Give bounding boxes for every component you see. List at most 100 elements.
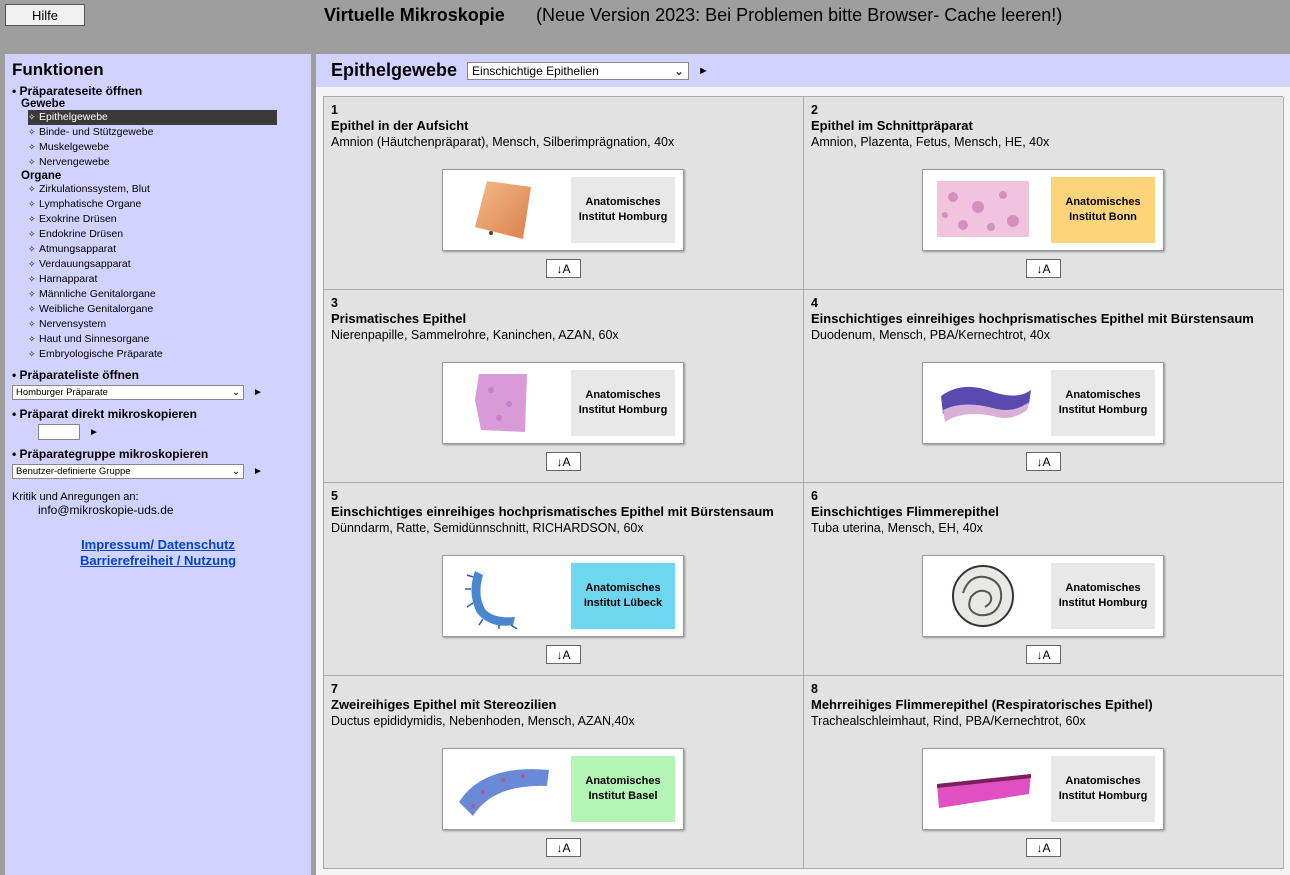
sidebar-item[interactable]: ✧ Binde- und Stützgewebe — [28, 125, 277, 140]
sidebar-item[interactable]: ✧ Verdauungsapparat — [28, 257, 277, 272]
specimen-thumbnail[interactable]: Anatomisches Institut Homburg — [922, 555, 1164, 637]
sidebar-item[interactable]: ✧ Nervengewebe — [28, 155, 277, 170]
download-text-button[interactable]: ↓A — [1026, 645, 1061, 664]
chevron-down-icon: ⌄ — [232, 466, 240, 477]
section-open-list: • Präparateliste öffnen — [12, 368, 139, 382]
diamond-bullet-icon: ✧ — [28, 304, 36, 314]
card-number: 7 — [331, 682, 338, 696]
card-title: Mehrreihiges Flimmerepithel (Respiratori… — [811, 697, 1153, 712]
sidebar-item[interactable]: ✧ Embryologische Präparate — [28, 347, 277, 362]
diamond-bullet-icon: ✧ — [28, 127, 36, 137]
sidebar-item[interactable]: ✧ Muskelgewebe — [28, 140, 277, 155]
specimen-image — [937, 756, 1031, 822]
download-text-button[interactable]: ↓A — [546, 838, 581, 857]
specimen-image — [469, 177, 537, 243]
specimen-thumbnail[interactable]: Anatomisches Institut Lübeck — [442, 555, 684, 637]
diamond-bullet-icon: ✧ — [28, 214, 36, 224]
sidebar-item-label: Weibliche Genitalorgane — [39, 303, 154, 315]
organ-list: ✧ Zirkulationssystem, Blut ✧ Lymphatische O… — [12, 182, 304, 362]
card-title: Zweireihiges Epithel mit Stereozilien — [331, 697, 557, 712]
institute-badge: Anatomisches Institut Bonn — [1051, 177, 1155, 243]
sidebar-item[interactable]: ✧ Harnapparat — [28, 272, 277, 287]
card-title: Einschichtiges einreihiges hochprismatis… — [811, 311, 1254, 326]
diamond-bullet-icon: ✧ — [28, 334, 36, 344]
download-text-button[interactable]: ↓A — [1026, 259, 1061, 278]
specimen-image — [465, 563, 537, 630]
sidebar-item[interactable]: ✧ Weibliche Genitalorgane — [28, 302, 277, 317]
specimen-card: 8 Mehrreihiges Flimmerepithel (Respirator… — [804, 676, 1284, 869]
sidebar-item-label: Exokrine Drüsen — [39, 213, 117, 225]
card-description: Amnion, Plazenta, Fetus, Mensch, HE, 40x — [811, 135, 1050, 149]
card-title: Einschichtiges einreihiges hochprismatis… — [331, 504, 774, 519]
sidebar-item-label: Männliche Genitalorgane — [39, 288, 156, 300]
diamond-bullet-icon: ✧ — [28, 319, 36, 329]
specimen-card: 3 Prismatisches Epithel Nierenpapille, Sam… — [324, 290, 804, 483]
sidebar-item[interactable]: ✧ Nervensystem — [28, 317, 277, 332]
direct-specimen-input[interactable] — [38, 424, 80, 440]
sidebar-item-label: Lymphatische Organe — [39, 198, 142, 210]
specimen-thumbnail[interactable]: Anatomisches Institut Homburg — [442, 169, 684, 251]
card-number: 5 — [331, 489, 338, 503]
sidebar-title: Funktionen — [12, 60, 104, 79]
specimen-thumbnail[interactable]: Anatomisches Institut Homburg — [922, 748, 1164, 830]
sidebar-item-label: Embryologische Präparate — [39, 348, 163, 360]
specimen-card: 1 Epithel in der Aufsicht Amnion (Häutchen… — [324, 97, 804, 290]
specimen-image — [459, 756, 549, 822]
download-text-button[interactable]: ↓A — [546, 452, 581, 471]
barrier-link[interactable]: Barrierefreiheit / Nutzung — [12, 553, 304, 569]
sidebar-item-label: Harnapparat — [39, 273, 98, 285]
main-body: 1 Epithel in der Aufsicht Amnion (Häutchen… — [316, 87, 1290, 875]
diamond-bullet-icon: ✧ — [28, 199, 36, 209]
diamond-bullet-icon: ✧ — [28, 259, 36, 269]
direct-go-arrow-icon[interactable]: ► — [89, 427, 99, 438]
category-select[interactable]: Einschichtige Epithelien ⌄ — [467, 61, 690, 80]
download-text-button[interactable]: ↓A — [546, 645, 581, 664]
sidebar-item[interactable]: ✧ Endokrine Drüsen — [28, 227, 277, 242]
sidebar-item[interactable]: ✧ Exokrine Drüsen — [28, 212, 277, 227]
group-tissue: Gewebe — [21, 98, 66, 110]
sidebar-item[interactable]: ✧ Männliche Genitalorgane — [28, 287, 277, 302]
specimen-card: 2 Epithel im Schnittpräparat Amnion, Plaze… — [804, 97, 1284, 290]
category-go-arrow-icon[interactable]: ► — [698, 65, 709, 77]
specimen-thumbnail[interactable]: Anatomisches Institut Bonn — [922, 169, 1164, 251]
specimen-thumbnail[interactable]: Anatomisches Institut Basel — [442, 748, 684, 830]
sidebar-item-label: Zirkulationssystem, Blut — [39, 183, 150, 195]
help-button[interactable]: Hilfe — [5, 4, 85, 26]
sidebar-item-label: Nervensystem — [39, 318, 107, 330]
card-description: Trachealschleimhaut, Rind, PBA/Kernechtr… — [811, 714, 1086, 728]
specimen-card: 6 Einschichtiges Flimmerepithel Tuba uteri… — [804, 483, 1284, 676]
card-number: 3 — [331, 296, 338, 310]
sidebar-item-label: Nervengewebe — [39, 156, 110, 168]
group-go-arrow-icon[interactable]: ► — [253, 466, 263, 477]
diamond-bullet-icon: ✧ — [28, 184, 36, 194]
group-select[interactable]: Benutzer-definierte Gruppe ⌄ — [12, 464, 244, 479]
sidebar-item[interactable]: ✧ Epithelgewebe — [28, 110, 277, 125]
specimen-thumbnail[interactable]: Anatomisches Institut Homburg — [922, 362, 1164, 444]
sidebar-item[interactable]: ✧ Lymphatische Organe — [28, 197, 277, 212]
download-text-button[interactable]: ↓A — [546, 259, 581, 278]
card-description: Dünndarm, Ratte, Semidünnschnitt, RICHAR… — [331, 521, 644, 535]
sidebar-item-label: Endokrine Drüsen — [39, 228, 124, 240]
download-text-button[interactable]: ↓A — [1026, 452, 1061, 471]
sidebar-item-label: Epithelgewebe — [39, 111, 108, 123]
diamond-bullet-icon: ✧ — [28, 274, 36, 284]
sidebar-item[interactable]: ✧ Zirkulationssystem, Blut — [28, 182, 277, 197]
card-description: Amnion (Häutchenpräparat), Mensch, Silbe… — [331, 135, 675, 149]
diamond-bullet-icon: ✧ — [28, 349, 36, 359]
chevron-down-icon: ⌄ — [232, 387, 240, 398]
section-group: • Präparategruppe mikroskopieren — [12, 447, 209, 461]
group-organs: Organe — [21, 170, 62, 182]
download-text-button[interactable]: ↓A — [1026, 838, 1061, 857]
impressum-link[interactable]: Impressum/ Datenschutz — [12, 537, 304, 553]
list-select-value: Homburger Präparate — [16, 387, 108, 398]
sidebar-item[interactable]: ✧ Atmungsapparat — [28, 242, 277, 257]
sidebar-item[interactable]: ✧ Haut und Sinnesorgane — [28, 332, 277, 347]
card-description: Ductus epididymidis, Nebenhoden, Mensch,… — [331, 714, 635, 728]
open-list-arrow-icon[interactable]: ► — [253, 387, 263, 398]
app-notice: (Neue Version 2023: Bei Problemen bitte … — [536, 5, 1063, 25]
card-number: 1 — [331, 103, 338, 117]
specimen-thumbnail[interactable]: Anatomisches Institut Homburg — [442, 362, 684, 444]
diamond-bullet-icon: ✧ — [28, 142, 36, 152]
institute-badge: Anatomisches Institut Homburg — [571, 177, 675, 243]
list-select[interactable]: Homburger Präparate ⌄ — [12, 385, 244, 400]
